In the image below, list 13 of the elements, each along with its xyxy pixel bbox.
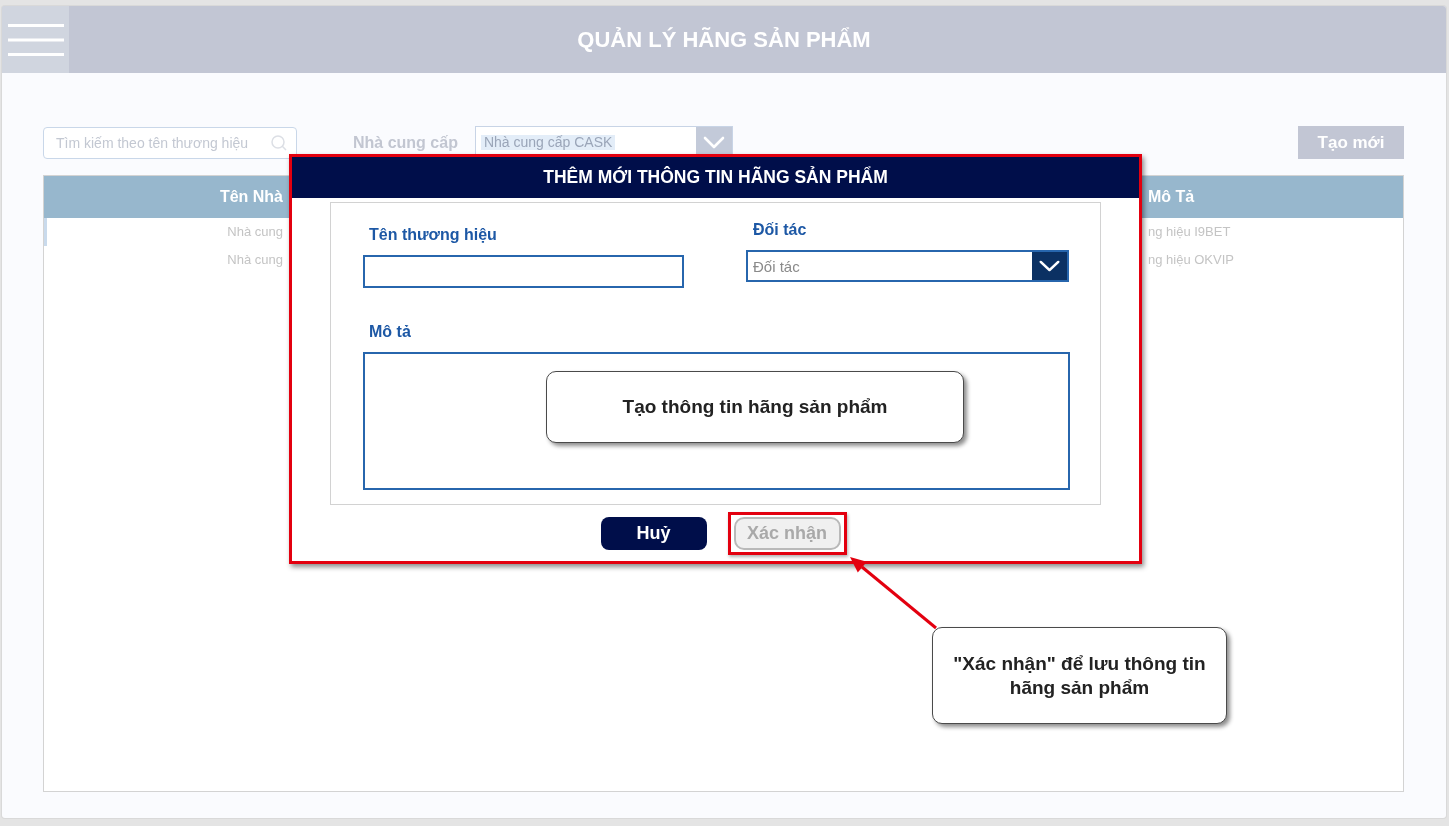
field-label: Tên thương hiệu [369,225,497,245]
filter-label: Nhà cung cấp [353,133,458,152]
selected-option: Nhà cung cấp CASK [480,134,616,151]
field-label: Đối tác [753,220,807,240]
table-cell: Nhà cung [227,224,283,240]
dialog-title: THÊM MỚI THÔNG TIN HÃNG SẢN PHẨM [543,167,888,188]
column-header: Mô Tả [1148,187,1195,207]
field-label: Mô tả [369,322,411,342]
callout-note: Tạo thông tin hãng sản phẩm [546,371,964,443]
table-cell: ng hiệu I9BET [1148,224,1231,240]
column-header: Tên Nhà [219,187,283,207]
callout-note: "Xác nhận" để lưu thông tin hãng sản phẩm [932,627,1227,724]
page-title: QUẢN LÝ HÃNG SẢN PHẨM [577,26,871,53]
